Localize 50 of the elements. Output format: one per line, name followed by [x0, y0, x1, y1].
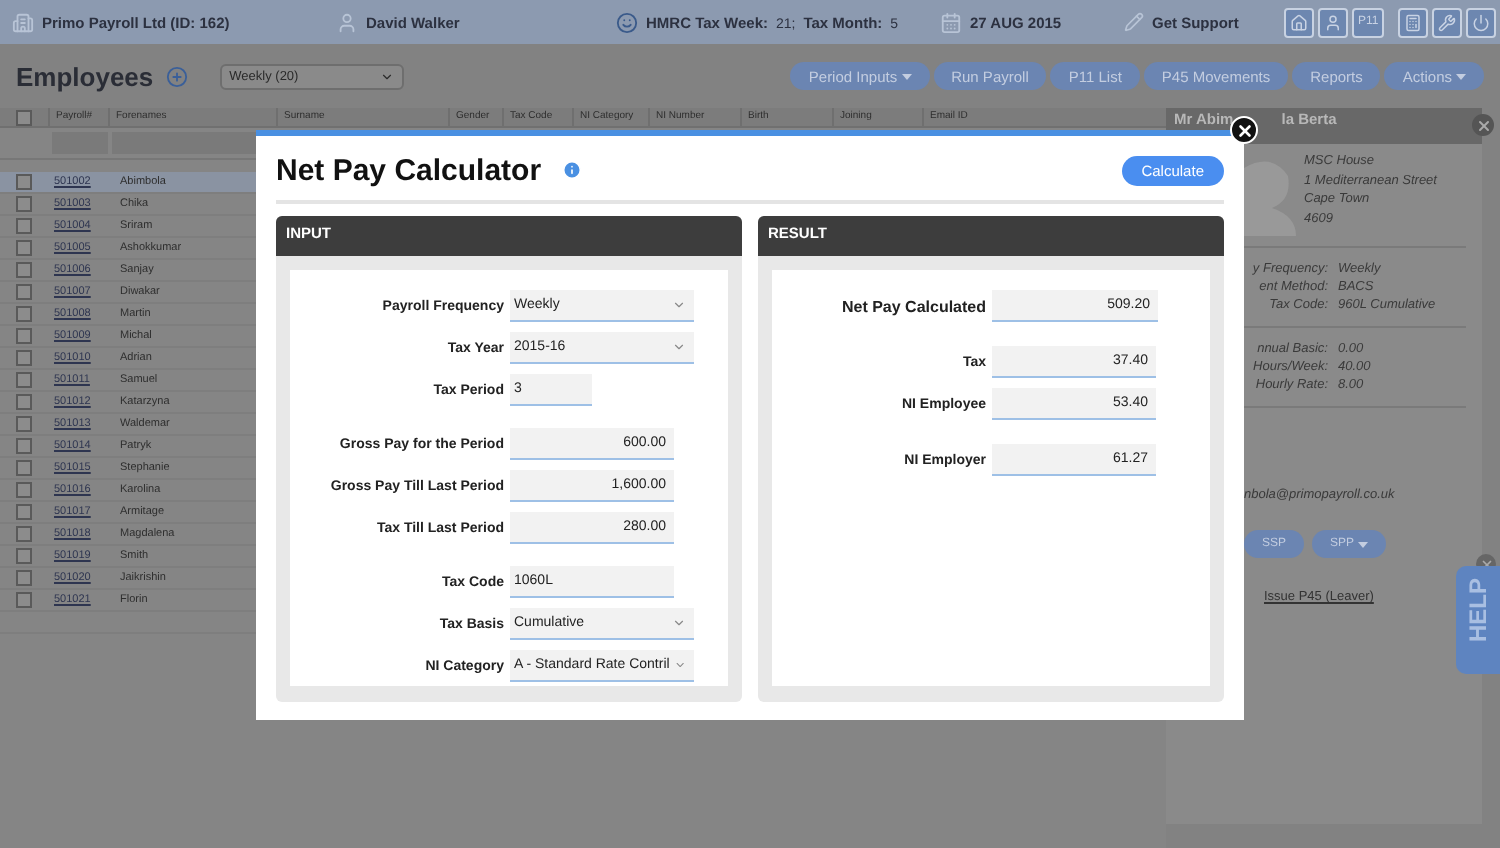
user-icon — [1324, 13, 1342, 31]
dialog-title: Net Pay Calculator — [276, 153, 542, 187]
chevron-down-icon — [673, 658, 686, 672]
user-icon — [336, 11, 358, 33]
home-button[interactable] — [1284, 7, 1314, 37]
power-icon — [1472, 13, 1491, 31]
calculator-icon — [1404, 13, 1423, 31]
close-icon — [1235, 121, 1253, 139]
wrench-icon — [1438, 13, 1457, 31]
checkbox[interactable] — [16, 592, 32, 608]
page-title: Employees — [16, 61, 154, 91]
chevron-down-icon — [672, 340, 686, 354]
checkbox[interactable] — [16, 240, 32, 256]
checkbox[interactable] — [16, 482, 32, 498]
checkbox[interactable] — [16, 350, 32, 366]
checkbox[interactable] — [16, 109, 32, 125]
chevron-down-icon — [672, 298, 686, 312]
power-button[interactable] — [1466, 7, 1497, 37]
close-icon — [1475, 117, 1491, 133]
checkbox[interactable] — [16, 504, 32, 520]
checkbox[interactable] — [16, 460, 32, 476]
tools-button[interactable] — [1432, 7, 1463, 37]
checkbox[interactable] — [16, 218, 32, 234]
chevron-down-icon — [379, 69, 394, 83]
checkbox[interactable] — [16, 284, 32, 300]
field-label: Net Pay Calculated — [839, 297, 986, 315]
home-icon — [1290, 13, 1308, 31]
info-icon[interactable] — [561, 160, 582, 180]
building-icon — [12, 11, 34, 33]
add-icon[interactable] — [165, 65, 188, 87]
checkbox[interactable] — [16, 262, 32, 278]
calendar-icon — [940, 11, 962, 33]
checkbox[interactable] — [16, 196, 32, 212]
pencil-icon — [1124, 12, 1144, 32]
chevron-down-icon — [672, 616, 686, 630]
checkbox[interactable] — [16, 306, 32, 322]
close-button[interactable] — [1230, 116, 1258, 144]
user-button[interactable] — [1318, 7, 1348, 37]
checkbox[interactable] — [16, 372, 32, 388]
checkbox[interactable] — [16, 328, 32, 344]
calculator-button[interactable] — [1398, 7, 1429, 37]
checkbox[interactable] — [16, 438, 32, 454]
checkbox[interactable] — [16, 416, 32, 432]
checkbox[interactable] — [16, 526, 32, 542]
checkbox[interactable] — [16, 548, 32, 564]
checkbox[interactable] — [16, 570, 32, 586]
smiley-icon — [616, 11, 638, 33]
checkbox[interactable] — [16, 394, 32, 410]
checkbox[interactable] — [16, 174, 32, 190]
help-tab[interactable]: HELP — [1456, 566, 1500, 674]
